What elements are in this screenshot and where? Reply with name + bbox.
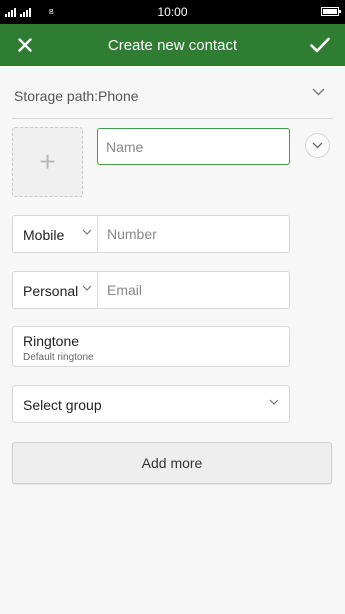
add-more-button[interactable]: Add more [12, 442, 332, 484]
close-icon [18, 38, 32, 52]
chevron-down-icon [82, 285, 92, 291]
name-field-wrapper [97, 128, 290, 165]
phone-row: Mobile [12, 215, 290, 253]
email-type-selector[interactable]: Personal [13, 272, 98, 308]
chevron-down-icon [312, 88, 325, 96]
app-bar: Create new contact [0, 24, 345, 66]
status-bar: B 10:00 [0, 0, 345, 24]
checkmark-icon [310, 37, 330, 53]
chevron-down-icon [269, 399, 279, 405]
storage-path-selector[interactable]: Storage path:Phone [0, 74, 345, 118]
status-time: 10:00 [157, 5, 188, 19]
close-button[interactable] [8, 29, 42, 61]
ringtone-title: Ringtone [23, 333, 80, 349]
group-selector[interactable]: Select group [12, 385, 290, 423]
add-photo-button[interactable]: + [12, 127, 83, 197]
group-label: Select group [23, 397, 102, 413]
phone-type-selector[interactable]: Mobile [13, 216, 98, 252]
ringtone-selector[interactable]: Ringtone Default ringtone [12, 326, 290, 367]
page-title: Create new contact [107, 37, 238, 54]
email-row: Personal [12, 271, 290, 309]
chevron-down-icon [82, 229, 92, 235]
storage-path-label: Storage path:Phone [14, 88, 139, 104]
plus-icon: + [39, 146, 56, 177]
save-button[interactable] [301, 29, 339, 61]
divider [12, 118, 333, 119]
email-input[interactable] [99, 272, 289, 308]
phone-type-label: Mobile [23, 227, 65, 243]
email-type-label: Personal [23, 283, 79, 299]
phone-number-input[interactable] [99, 216, 289, 252]
chevron-down-icon [312, 142, 323, 149]
ringtone-value: Default ringtone [23, 352, 94, 363]
expand-name-button[interactable] [305, 133, 330, 158]
battery-full-icon [321, 7, 341, 16]
name-input[interactable] [98, 129, 289, 164]
